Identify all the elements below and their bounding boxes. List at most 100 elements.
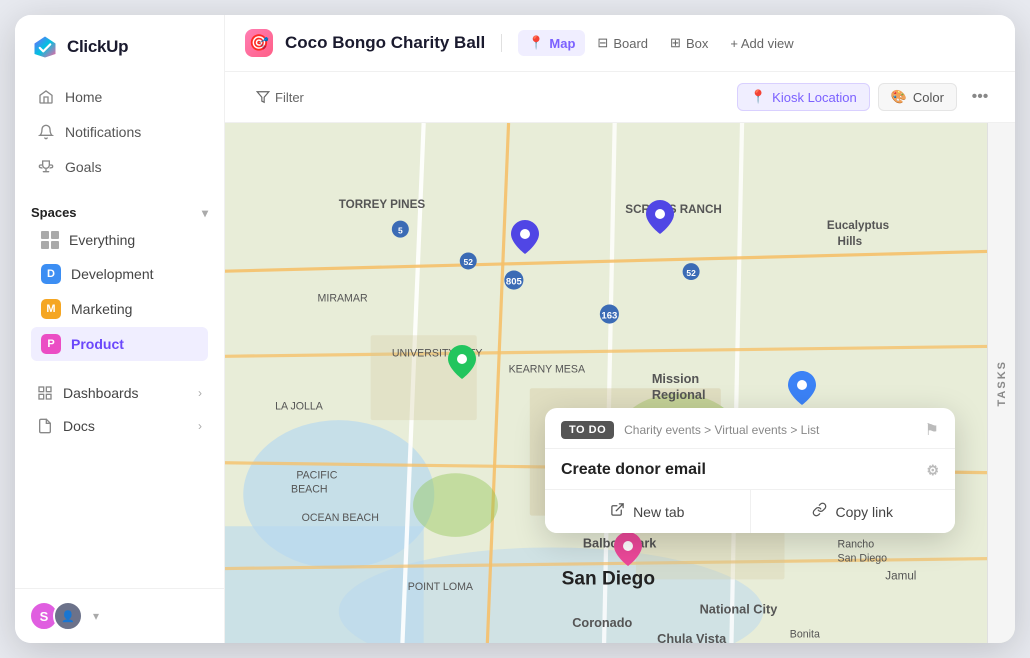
sidebar-footer: S 👤 ▾ — [15, 588, 224, 643]
more-icon: ••• — [972, 88, 989, 106]
spaces-label: Spaces — [31, 205, 77, 220]
dashboard-icon — [37, 385, 53, 401]
toolbar: Filter 📍 Kiosk Location 🎨 Color ••• — [225, 72, 1015, 123]
sidebar-item-everything-label: Everything — [69, 232, 135, 248]
popup-header: TO DO Charity events > Virtual events > … — [545, 408, 955, 449]
view-tabs: 📍 Map ⊟ Board ⊞ Box + Add view — [518, 30, 803, 56]
tasks-sidebar-label: TASKS — [996, 360, 1008, 406]
docs-icon — [37, 418, 53, 434]
map-pin-1[interactable] — [511, 220, 539, 254]
map-background: TORREY PINES SCRIPPS RANCH Eucalyptus Hi… — [225, 123, 1015, 643]
toolbar-left: Filter — [245, 84, 315, 111]
svg-text:Eucalyptus: Eucalyptus — [827, 219, 889, 232]
svg-text:Coronado: Coronado — [572, 615, 632, 630]
add-view-button[interactable]: + Add view — [720, 31, 803, 56]
tasks-sidebar-panel[interactable]: TASKS — [987, 123, 1015, 643]
svg-text:52: 52 — [464, 257, 474, 267]
sidebar-item-home[interactable]: Home — [21, 80, 218, 114]
sidebar-item-goals[interactable]: Goals — [21, 150, 218, 184]
toolbar-right: 📍 Kiosk Location 🎨 Color ••• — [737, 82, 995, 112]
svg-text:KEARNY MESA: KEARNY MESA — [509, 363, 586, 375]
tab-box[interactable]: ⊞ Box — [660, 30, 718, 56]
map-pin-5[interactable] — [788, 371, 816, 405]
copy-link-icon — [812, 502, 827, 521]
copy-link-button[interactable]: Copy link — [750, 490, 956, 533]
add-view-label: + Add view — [730, 36, 793, 51]
flag-icon[interactable]: ⚑ — [925, 420, 939, 440]
filter-icon — [256, 90, 270, 104]
svg-text:LA JOLLA: LA JOLLA — [275, 401, 324, 413]
map-pin-2[interactable] — [646, 200, 674, 234]
board-tab-label: Board — [613, 36, 648, 51]
kiosk-pin-icon: 📍 — [750, 89, 766, 105]
box-tab-icon: ⊞ — [670, 35, 681, 51]
sidebar-item-marketing[interactable]: M Marketing — [31, 292, 208, 326]
app-name: ClickUp — [67, 37, 128, 57]
new-tab-label: New tab — [633, 504, 684, 520]
board-tab-icon: ⊟ — [597, 35, 608, 51]
map-pin-6[interactable] — [614, 532, 642, 566]
map-tab-label: Map — [549, 36, 575, 51]
project-icon: 🎯 — [245, 29, 273, 57]
filter-button[interactable]: Filter — [245, 84, 315, 111]
sidebar-item-development[interactable]: D Development — [31, 257, 208, 291]
color-icon: 🎨 — [891, 89, 907, 105]
development-dot: D — [41, 264, 61, 284]
main-content: 🎯 Coco Bongo Charity Ball 📍 Map ⊟ Board … — [225, 15, 1015, 643]
more-options-button[interactable]: ••• — [965, 82, 995, 112]
copy-link-label: Copy link — [835, 504, 893, 520]
avatar-j: 👤 — [53, 601, 83, 631]
popup-card: TO DO Charity events > Virtual events > … — [545, 408, 955, 533]
sidebar-item-product[interactable]: P Product — [31, 327, 208, 361]
color-button[interactable]: 🎨 Color — [878, 83, 957, 111]
svg-text:San Diego: San Diego — [562, 569, 655, 590]
new-tab-button[interactable]: New tab — [545, 490, 750, 533]
product-dot: P — [41, 334, 61, 354]
sidebar: ClickUp Home Notific — [15, 15, 225, 643]
svg-text:805: 805 — [506, 276, 523, 287]
docs-label: Docs — [63, 418, 95, 434]
sidebar-item-home-label: Home — [65, 89, 102, 105]
svg-text:Rancho: Rancho — [838, 538, 875, 550]
svg-text:PACIFIC: PACIFIC — [296, 470, 337, 482]
kiosk-location-button[interactable]: 📍 Kiosk Location — [737, 83, 870, 111]
box-tab-label: Box — [686, 36, 708, 51]
svg-text:Regional: Regional — [652, 387, 706, 402]
main-header: 🎯 Coco Bongo Charity Ball 📍 Map ⊟ Board … — [225, 15, 1015, 72]
clickup-logo-icon — [31, 33, 59, 61]
kiosk-label: Kiosk Location — [772, 90, 857, 105]
logo-area: ClickUp — [15, 15, 224, 75]
app-shell: ClickUp Home Notific — [15, 15, 1015, 643]
map-container: TORREY PINES SCRIPPS RANCH Eucalyptus Hi… — [225, 123, 1015, 643]
svg-text:Jamul: Jamul — [885, 569, 916, 582]
sidebar-item-goals-label: Goals — [65, 159, 102, 175]
sidebar-item-marketing-label: Marketing — [71, 301, 132, 317]
svg-text:Chula Vista: Chula Vista — [657, 631, 727, 643]
tab-board[interactable]: ⊟ Board — [587, 30, 658, 56]
svg-text:Bonita: Bonita — [790, 629, 820, 641]
trophy-icon — [37, 158, 55, 176]
svg-text:POINT LOMA: POINT LOMA — [408, 581, 474, 593]
status-badge: TO DO — [561, 421, 614, 439]
marketing-dot: M — [41, 299, 61, 319]
filter-label: Filter — [275, 90, 304, 105]
settings-icon[interactable]: ⚙ — [926, 462, 939, 479]
spaces-chevron-icon: ▾ — [202, 206, 208, 220]
sidebar-item-development-label: Development — [71, 266, 154, 282]
sidebar-item-docs[interactable]: Docs › — [21, 410, 218, 442]
popup-actions: New tab Copy link — [545, 489, 955, 533]
map-pin-3[interactable] — [448, 345, 476, 379]
sidebar-item-notifications-label: Notifications — [65, 124, 141, 140]
svg-text:5: 5 — [398, 225, 403, 235]
svg-text:TORREY PINES: TORREY PINES — [339, 198, 426, 211]
sidebar-item-notifications[interactable]: Notifications — [21, 115, 218, 149]
popup-header-left: TO DO Charity events > Virtual events > … — [561, 421, 819, 439]
spaces-header[interactable]: Spaces ▾ — [31, 205, 208, 220]
sidebar-item-dashboards[interactable]: Dashboards › — [21, 377, 218, 409]
map-tab-icon: 📍 — [528, 35, 544, 51]
svg-text:SCRIPPS RANCH: SCRIPPS RANCH — [625, 203, 722, 216]
svg-text:52: 52 — [686, 268, 696, 278]
sidebar-item-everything[interactable]: Everything — [31, 224, 208, 256]
tab-map[interactable]: 📍 Map — [518, 30, 585, 56]
dashboards-chevron-icon: › — [198, 386, 202, 400]
